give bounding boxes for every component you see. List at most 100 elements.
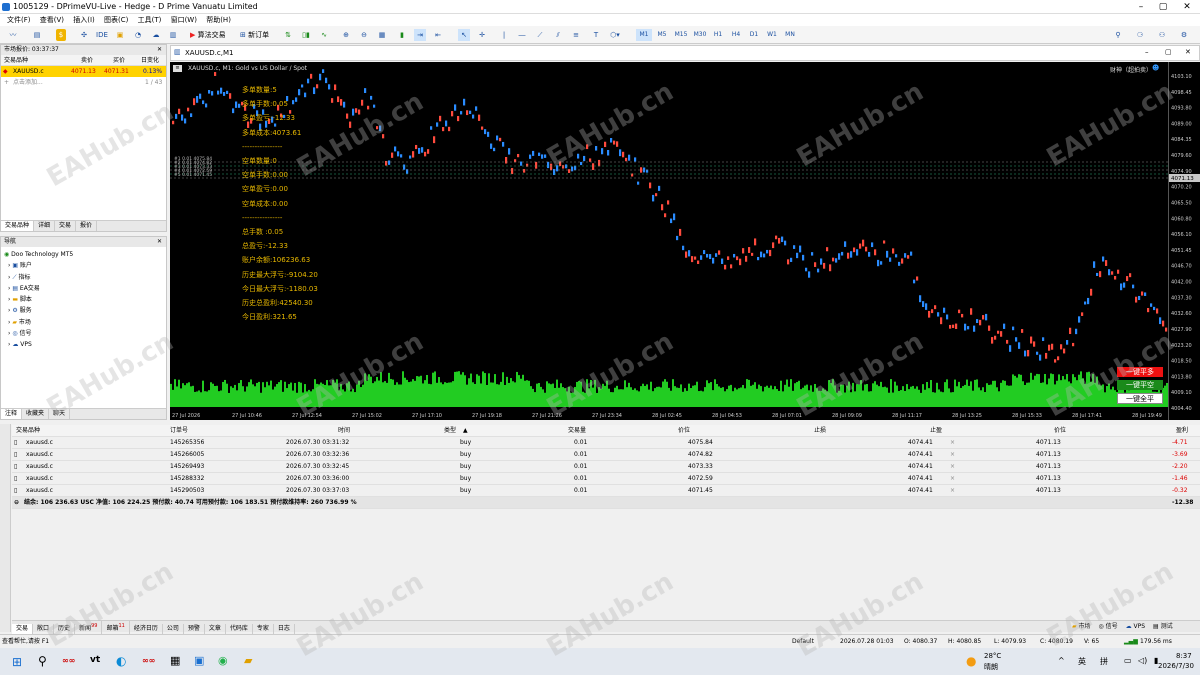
nav-item-signals[interactable]: › ◎ 信号 [4, 328, 163, 339]
menu-charts[interactable]: 图表(C) [104, 16, 128, 24]
one-click-icon[interactable]: ≡ [173, 65, 182, 72]
price-chart[interactable]: 27 Jul 2026 27 Jul 10:46 27 Jul 12:54 27 Ju… [170, 62, 1168, 420]
clock-time[interactable]: 8:37 [1176, 652, 1192, 660]
tab-calendar[interactable]: 经济日历 [130, 624, 163, 634]
tf-m30[interactable]: M30 [692, 29, 708, 41]
crosshair-icon[interactable]: ✛ [476, 29, 488, 41]
tf-h1[interactable]: H1 [710, 29, 726, 41]
chart-tab-title[interactable]: XAUUSD.c,M1 [185, 49, 233, 57]
close-icon[interactable]: ✕ [157, 237, 162, 247]
nav-root[interactable]: ◉ Doo Technology MT5 [4, 249, 163, 260]
horizontal-line-icon[interactable]: ― [516, 29, 528, 41]
tf-d1[interactable]: D1 [746, 29, 762, 41]
maximize-button[interactable]: ▢ [1152, 0, 1174, 14]
col-ticket[interactable]: 订单号 [170, 425, 188, 437]
zoom-out-icon[interactable]: ⊖ [358, 29, 370, 41]
network-icon[interactable]: ▭ [1124, 656, 1132, 665]
remove-tp-icon[interactable]: × [950, 437, 955, 449]
minimize-button[interactable]: – [1130, 0, 1152, 14]
tab-favorites[interactable]: 收藏夹 [22, 409, 50, 419]
market-icon[interactable]: ▥ [168, 29, 178, 41]
new-order-button[interactable]: ⊞ 新订单 [240, 29, 276, 41]
tab-trade[interactable]: 交易 [12, 624, 34, 634]
volumes-icon[interactable]: ▮ [396, 29, 408, 41]
trade-row[interactable]: ▯ xauusd.c 145290503 2026.07.30 03:37:03 buy… [12, 485, 1200, 497]
signals-icon[interactable]: ◔ [133, 29, 143, 41]
edge-icon[interactable]: ◐ [116, 654, 126, 668]
autoscroll-icon[interactable]: ⇥ [414, 29, 426, 41]
channel-icon[interactable]: ⫽ [552, 29, 564, 41]
clock-date[interactable]: 2026/7/30 [1158, 662, 1194, 670]
tab-alerts[interactable]: 预警 [184, 624, 205, 634]
menu-tools[interactable]: 工具(T) [138, 16, 162, 24]
tester-tab[interactable]: ▤ 测试 [1153, 623, 1173, 630]
windows-start-icon[interactable]: ⊞ [12, 655, 22, 669]
nav-item-market[interactable]: › ▰ 市场 [4, 317, 163, 328]
input-language[interactable]: 英 [1078, 656, 1086, 667]
trade-row[interactable]: ▯ xauusd.c 145269493 2026.07.30 03:32:45 buy… [12, 461, 1200, 473]
col-tp[interactable]: 止盈 [930, 425, 942, 437]
status-profile[interactable]: Default [792, 635, 814, 648]
coin-icon[interactable]: $ [56, 29, 66, 41]
col-sl[interactable]: 止损 [814, 425, 826, 437]
tf-mn[interactable]: MN [782, 29, 798, 41]
tf-w1[interactable]: W1 [764, 29, 780, 41]
shapes-icon[interactable]: ⬡▾ [608, 29, 622, 41]
tab-mailbox[interactable]: 邮箱11 [102, 621, 130, 634]
nav-item-scripts[interactable]: › ▬ 脚本 [4, 294, 163, 305]
tab-symbols[interactable]: 交易品种 [1, 221, 35, 231]
nav-item-services[interactable]: › ⚙ 服务 [4, 305, 163, 316]
close-icon[interactable]: ✕ [157, 45, 162, 55]
chart-minimize-button[interactable]: – [1145, 48, 1149, 56]
trendline-icon[interactable]: ⟋ [534, 29, 546, 41]
close-all-long-button[interactable]: 一键平多 [1117, 367, 1163, 377]
remove-tp-icon[interactable]: × [950, 473, 955, 485]
tab-news[interactable]: 新闻99 [75, 621, 103, 634]
app-mt5-2-icon[interactable]: ∞∞ [142, 656, 155, 665]
remove-tp-icon[interactable]: × [950, 461, 955, 473]
nav-item-experts[interactable]: › ▤ EA交易 [4, 283, 163, 294]
candles-icon[interactable]: ▯▮ [300, 29, 312, 41]
tab-common[interactable]: 注释 [1, 409, 23, 419]
chart-close-button[interactable]: ✕ [1185, 48, 1191, 56]
col-profit[interactable]: 盈利 [1176, 425, 1188, 437]
nav-item-indicators[interactable]: › ⟋ 指标 [4, 272, 163, 283]
app-blue-icon[interactable]: ▣ [194, 654, 204, 667]
vps-tab[interactable]: ☁ VPS [1126, 623, 1145, 630]
trade-row[interactable]: ▯ xauusd.c 145266005 2026.07.30 03:32:36 buy… [12, 449, 1200, 461]
nav-item-accounts[interactable]: › ▣ 账户 [4, 260, 163, 271]
chart-shift-icon[interactable]: ⇤ [432, 29, 444, 41]
col-current[interactable]: 价位 [1054, 425, 1066, 437]
tab-journal[interactable]: 日志 [274, 624, 295, 634]
tf-m1[interactable]: M1 [636, 29, 652, 41]
fibo-icon[interactable]: ≡ [570, 29, 582, 41]
navigator-icon[interactable]: ✣ [78, 29, 90, 41]
remove-tp-icon[interactable]: × [950, 485, 955, 497]
tab-trading[interactable]: 交易 [55, 221, 77, 231]
zoom-in-icon[interactable]: ⊕ [340, 29, 352, 41]
ime-mode[interactable]: 拼 [1100, 656, 1108, 667]
notification-icon[interactable]: ⚆ [1134, 29, 1146, 41]
tab-codebase[interactable]: 代码库 [226, 624, 253, 634]
tab-exposure[interactable]: 敞口 [33, 624, 55, 634]
col-volume[interactable]: 交易量 [568, 425, 586, 437]
chart-maximize-button[interactable]: ▢ [1165, 48, 1172, 56]
market-tab[interactable]: ▰ 市场 [1072, 623, 1091, 630]
tab-articles[interactable]: 文章 [205, 624, 226, 634]
col-change[interactable]: 日变化 [141, 55, 159, 66]
cursor-icon[interactable]: ↖ [458, 29, 470, 41]
nav-item-vps[interactable]: › ☁ VPS [4, 339, 163, 350]
calculator-icon[interactable]: ▦ [170, 654, 180, 667]
col-bid[interactable]: 卖价 [81, 55, 93, 66]
tab-experts[interactable]: 专家 [253, 624, 274, 634]
tab-details[interactable]: 详细 [34, 221, 56, 231]
text-icon[interactable]: T [590, 29, 602, 41]
tab-company[interactable]: 公司 [163, 624, 184, 634]
volume-icon[interactable]: ◁) [1138, 656, 1147, 665]
vertical-line-icon[interactable]: | [498, 29, 510, 41]
tf-h4[interactable]: H4 [728, 29, 744, 41]
close-button[interactable]: ✕ [1176, 0, 1198, 14]
col-ask[interactable]: 买价 [113, 55, 125, 66]
ide-button[interactable]: IDE [94, 29, 110, 41]
profiles-icon[interactable]: ▤ [30, 29, 44, 41]
